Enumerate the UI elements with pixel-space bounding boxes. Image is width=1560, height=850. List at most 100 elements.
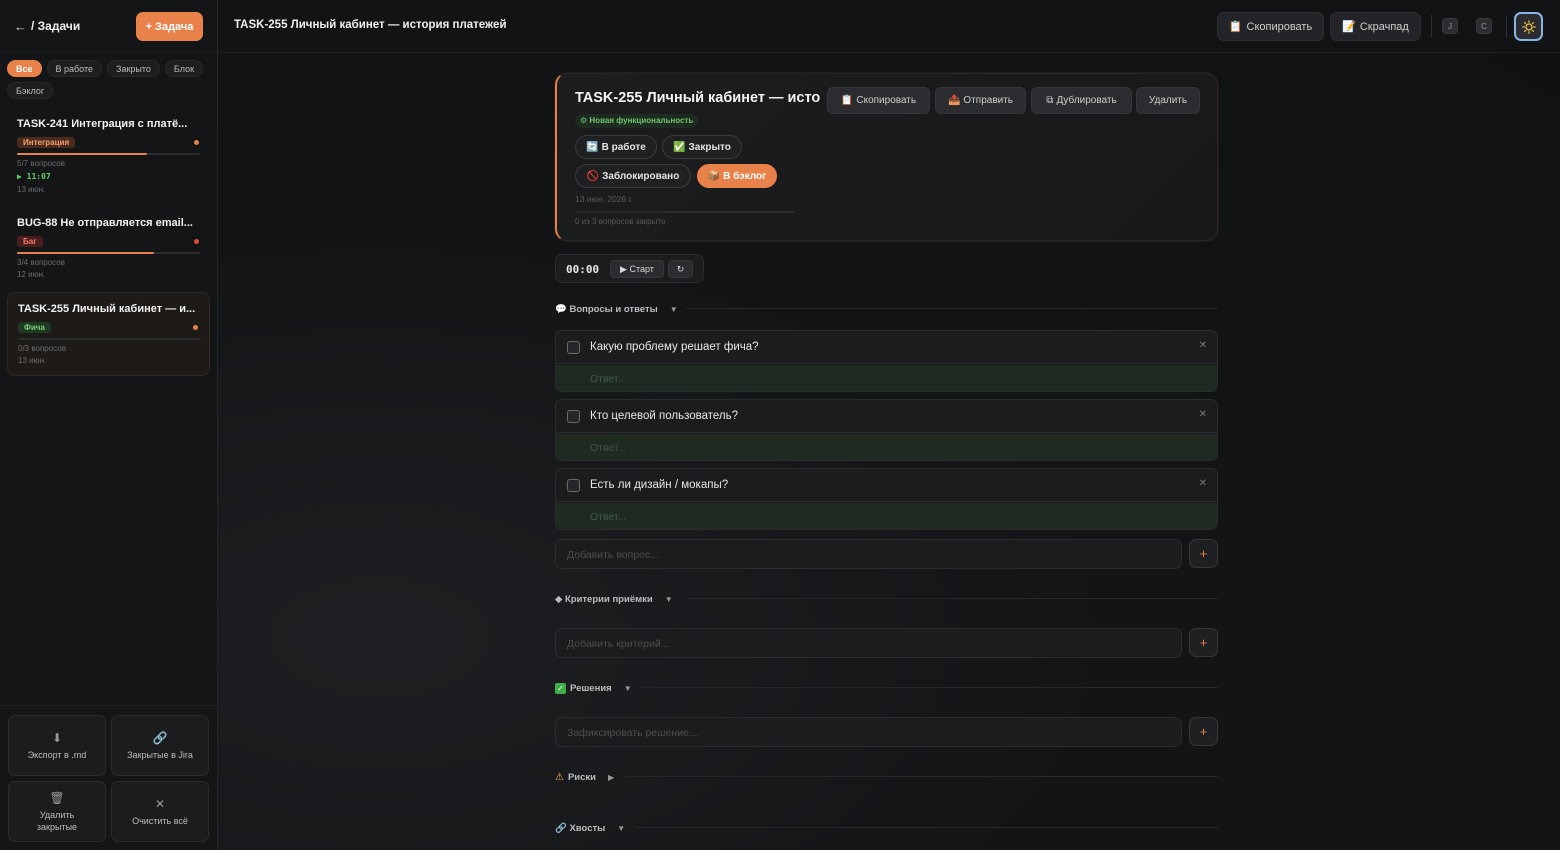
task-card[interactable]: TASK-241 Интеграция с платё... Интеграци…: [7, 108, 210, 196]
new-task-button[interactable]: + Задача: [136, 12, 203, 41]
section-decisions-title: Решения: [570, 682, 612, 694]
sidebar-title: / Задачи: [31, 19, 81, 33]
task-date: 13 июн.: [17, 185, 46, 194]
task-timer: 00:00 ▶ Старт ↻: [555, 254, 704, 283]
question-text[interactable]: Кто целевой пользователь?: [590, 410, 738, 422]
filter-closed[interactable]: Закрыто: [107, 60, 160, 77]
section-qa-toggle[interactable]: 💬 Вопросы и ответы ▼: [555, 302, 678, 316]
status-closed-button[interactable]: ✅ Закрыто: [662, 135, 742, 159]
copy-button[interactable]: 📋 Скопировать: [1217, 12, 1324, 41]
task-progress-bar: [575, 211, 795, 213]
add-criterion-placeholder: Добавить критерий...: [567, 638, 670, 650]
task-question-count: 0/3 вопросов: [18, 344, 66, 353]
clipboard-icon: 📋: [840, 95, 854, 106]
answer-field[interactable]: Ответ...: [556, 503, 1217, 529]
shortcut-c-button[interactable]: C: [1476, 18, 1492, 34]
page-title: TASK-255 Личный кабинет — история платеж…: [234, 19, 507, 31]
section-criteria-toggle[interactable]: ◆ Критерии приёмки ▼: [555, 592, 673, 606]
answer-field[interactable]: Ответ...: [556, 434, 1217, 460]
shortcut-j-button[interactable]: J: [1442, 18, 1458, 34]
blocked-icon: 🚫: [586, 170, 600, 182]
task-question-count: 5/7 вопросов: [17, 159, 65, 168]
scratchpad-label: Скрачпад: [1359, 20, 1409, 33]
question-checkbox[interactable]: [567, 410, 580, 423]
scratchpad-button[interactable]: 📝 Скрачпад: [1330, 12, 1421, 41]
add-criterion-button[interactable]: +: [1189, 628, 1218, 657]
remove-question-icon[interactable]: ✕: [1199, 409, 1207, 420]
add-question-button[interactable]: +: [1189, 539, 1218, 568]
question-text[interactable]: Есть ли дизайн / мокапы?: [590, 479, 728, 491]
sidebar-header: ← / Задачи + Задача: [0, 0, 217, 53]
task-card[interactable]: BUG-88 Не отправляется email... Баг 3/4 …: [7, 207, 210, 283]
status-closed-label: Закрыто: [688, 141, 731, 153]
add-decision-input[interactable]: Зафиксировать решение...: [555, 717, 1182, 747]
section-decisions-toggle[interactable]: ✓ Решения ▼: [555, 681, 632, 695]
add-question-input[interactable]: Добавить вопрос...: [555, 539, 1182, 569]
status-backlog-button[interactable]: 📦 В бэклог: [697, 164, 777, 188]
task-type-label: Новая функциональность: [589, 116, 694, 125]
question-checkbox[interactable]: [567, 479, 580, 492]
section-qa-title: 💬 Вопросы и ответы: [555, 303, 658, 315]
answer-placeholder: Ответ...: [590, 511, 627, 523]
topbar-divider: [1506, 15, 1507, 38]
remove-question-icon[interactable]: ✕: [1199, 340, 1207, 351]
question-row: Кто целевой пользователь? ✕: [556, 400, 1217, 433]
task-copy-button[interactable]: 📋 Скопировать: [827, 87, 930, 114]
task-send-button[interactable]: 📤 Отправить: [935, 87, 1026, 114]
task-type-badge: Фича: [18, 322, 51, 333]
section-risks-title: Риски: [567, 771, 597, 783]
export-md-button[interactable]: ⬇ Экспорт в .md: [8, 715, 106, 776]
warning-icon: ⚠: [555, 771, 564, 783]
timer-reset-button[interactable]: ↻: [668, 260, 693, 278]
status-blocked-button[interactable]: 🚫 Заблокировано: [575, 164, 691, 188]
back-button[interactable]: ←: [14, 19, 27, 34]
chevron-down-icon: ▼: [617, 823, 626, 833]
task-delete-button[interactable]: Удалить: [1136, 87, 1200, 114]
section-divider: [686, 308, 1218, 309]
question-checkbox[interactable]: [567, 341, 580, 354]
clear-all-button[interactable]: ✕ Очистить всё: [111, 781, 209, 842]
status-in-progress-label: В работе: [601, 141, 646, 153]
filter-blocked[interactable]: Блок: [164, 60, 204, 77]
outbox-icon: 📤: [947, 95, 961, 106]
copy-label: Скопировать: [1246, 20, 1313, 33]
filter-in-progress[interactable]: В работе: [46, 60, 103, 77]
task-duplicate-button[interactable]: ⧉ Дублировать: [1031, 87, 1132, 114]
box-icon: 📦: [707, 170, 721, 182]
add-question-row: Добавить вопрос... +: [555, 539, 1218, 569]
task-card-title: BUG-88 Не отправляется email...: [17, 217, 193, 229]
delete-closed-button[interactable]: 🗑 Удалить закрытые: [8, 781, 106, 842]
sidebar-footer: ⬇ Экспорт в .md 🔗 Закрытые в Jira 🗑 Удал…: [0, 705, 217, 850]
section-criteria-title: ◆ Критерии приёмки: [555, 593, 653, 605]
gear-icon: ⚙: [580, 116, 590, 125]
refresh-icon: 🔄: [586, 141, 599, 153]
link-icon: 🔗: [152, 730, 168, 745]
closed-to-jira-label: Закрытые в Jira: [127, 749, 193, 760]
status-backlog-label: В бэклог: [723, 170, 767, 182]
add-criterion-input[interactable]: Добавить критерий...: [555, 628, 1182, 658]
filter-all[interactable]: Все: [7, 60, 42, 77]
task-card-title: TASK-255 Личный кабинет — и...: [18, 303, 196, 315]
topbar: TASK-255 Личный кабинет — история платеж…: [218, 0, 1560, 53]
filter-backlog[interactable]: Бэклог: [7, 82, 54, 99]
task-type-badge: ⚙ Новая функциональность: [575, 114, 699, 128]
timer-start-button[interactable]: ▶ Старт: [610, 260, 664, 278]
question-text[interactable]: Какую проблему решает фича?: [590, 341, 759, 353]
section-tails-toggle[interactable]: 🔗 Хвосты ▼: [555, 821, 625, 835]
status-in-progress-button[interactable]: 🔄 В работе: [575, 135, 657, 159]
add-decision-button[interactable]: +: [1189, 717, 1218, 746]
task-progress-bar: [17, 252, 200, 254]
task-card-selected[interactable]: TASK-255 Личный кабинет — и... Фича 0/3 …: [7, 292, 210, 376]
task-send-label: Отправить: [963, 95, 1014, 106]
answer-field[interactable]: Ответ...: [556, 365, 1217, 391]
section-divider: [626, 776, 1218, 777]
question-item: Есть ли дизайн / мокапы? ✕ Ответ...: [555, 468, 1218, 530]
add-decision-row: Зафиксировать решение... +: [555, 717, 1218, 747]
section-risks-toggle[interactable]: ⚠ Риски ▶: [555, 770, 614, 784]
delete-closed-label: Удалить закрытые: [36, 809, 78, 832]
theme-toggle-button[interactable]: [1514, 12, 1543, 41]
closed-to-jira-button[interactable]: 🔗 Закрытые в Jira: [111, 715, 209, 776]
remove-question-icon[interactable]: ✕: [1199, 478, 1207, 489]
task-card-title: TASK-241 Интеграция с платё...: [17, 118, 188, 130]
task-progress-bar: [18, 338, 201, 340]
